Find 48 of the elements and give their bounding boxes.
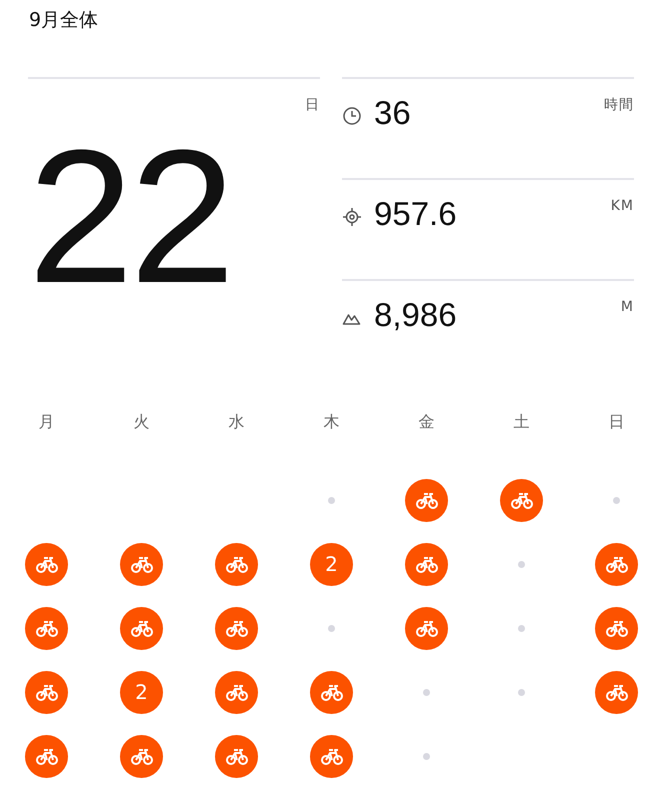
weekday-label: 土 xyxy=(514,412,530,431)
empty-day-dot xyxy=(518,560,525,568)
clock-icon xyxy=(342,106,362,126)
empty-day-dot xyxy=(423,688,430,696)
weekday-label: 金 xyxy=(418,412,434,431)
bicycle-icon xyxy=(604,554,630,574)
bicycle-icon xyxy=(128,554,154,574)
bicycle-icon xyxy=(224,618,250,638)
title: 9月全体 xyxy=(28,8,100,33)
weekday-label: 火 xyxy=(134,412,150,431)
unit-label: 時間 xyxy=(604,96,634,115)
weekday-label: 日 xyxy=(608,412,624,431)
unit-label: M xyxy=(620,298,634,317)
bicycle-icon xyxy=(318,746,344,766)
bicycle-icon xyxy=(604,682,630,702)
weekday-label: 木 xyxy=(324,412,340,431)
weekday-label: 月 xyxy=(38,412,54,431)
bicycle-icon xyxy=(34,682,60,702)
weekday-label: 水 xyxy=(228,412,244,431)
bicycle-icon xyxy=(224,746,250,766)
stat-value: 36 xyxy=(374,95,411,132)
empty-day-dot xyxy=(518,688,525,696)
bicycle-icon xyxy=(508,490,534,510)
bicycle-icon xyxy=(128,618,154,638)
bicycle-icon xyxy=(34,618,60,638)
bicycle-icon xyxy=(414,490,440,510)
empty-day-dot xyxy=(328,496,335,504)
day-count: 22 xyxy=(28,122,232,312)
empty-day-dot xyxy=(518,624,525,632)
bicycle-icon xyxy=(34,554,60,574)
stat-value: 8,986 xyxy=(374,297,457,334)
bicycle-icon xyxy=(318,682,344,702)
bicycle-icon xyxy=(34,746,60,766)
ride-count: 2 xyxy=(310,542,353,586)
ride-count: 2 xyxy=(120,670,163,714)
empty-day-dot xyxy=(328,624,335,632)
empty-day-dot xyxy=(613,496,620,504)
target-icon xyxy=(342,207,362,227)
bicycle-icon xyxy=(414,554,440,574)
bicycle-icon xyxy=(604,618,630,638)
bicycle-icon xyxy=(128,746,154,766)
unit-label: KM xyxy=(610,197,634,216)
bicycle-icon xyxy=(224,682,250,702)
empty-day-dot xyxy=(423,752,430,760)
bicycle-icon xyxy=(414,618,440,638)
stat-value: 957.6 xyxy=(374,196,457,232)
unit-label: 日 xyxy=(305,96,320,115)
bicycle-icon xyxy=(224,554,250,574)
